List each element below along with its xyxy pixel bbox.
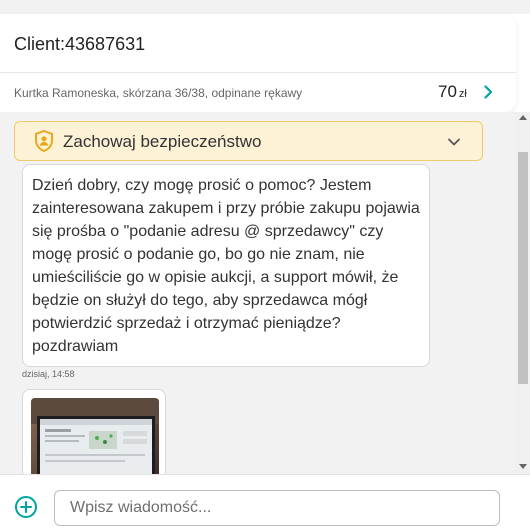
chevron-right-icon[interactable] (480, 84, 496, 100)
product-price: 70 zł (438, 82, 467, 102)
image-attachment[interactable] (22, 389, 166, 479)
message-bubble: Dzień dobry, czy mogę prosić o pomoc? Je… (22, 164, 430, 367)
scroll-thumb[interactable] (518, 152, 528, 384)
price-currency: zł (458, 88, 467, 100)
plus-circle-icon[interactable] (14, 495, 38, 519)
message-input[interactable] (54, 490, 500, 526)
safety-banner-title: Zachowaj bezpieczeństwo (63, 132, 262, 151)
message-text: Dzień dobry, czy mogę prosić o pomoc? Je… (32, 177, 420, 355)
client-id-title: Client:43687631 (14, 34, 146, 54)
shield-user-icon (35, 130, 53, 152)
top-strip (0, 0, 530, 14)
attachment-photo[interactable] (31, 398, 159, 478)
safety-banner[interactable]: Zachowaj bezpieczeństwo (14, 121, 483, 161)
header-divider (0, 72, 516, 73)
chevron-down-icon[interactable] (446, 134, 462, 150)
price-value: 70 (438, 82, 457, 101)
scroll-up-arrow-icon[interactable] (519, 115, 527, 120)
product-title-link[interactable]: Kurtka Ramoneska, skórzana 36/38, odpina… (14, 86, 302, 100)
scroll-down-arrow-icon[interactable] (519, 464, 527, 469)
chat-scrollbar[interactable] (516, 112, 530, 474)
conversation-header: Client:43687631 Kurtka Ramoneska, skórza… (0, 14, 516, 112)
message-composer (0, 474, 530, 531)
message-timestamp: dzisiaj, 14:58 (22, 369, 75, 379)
